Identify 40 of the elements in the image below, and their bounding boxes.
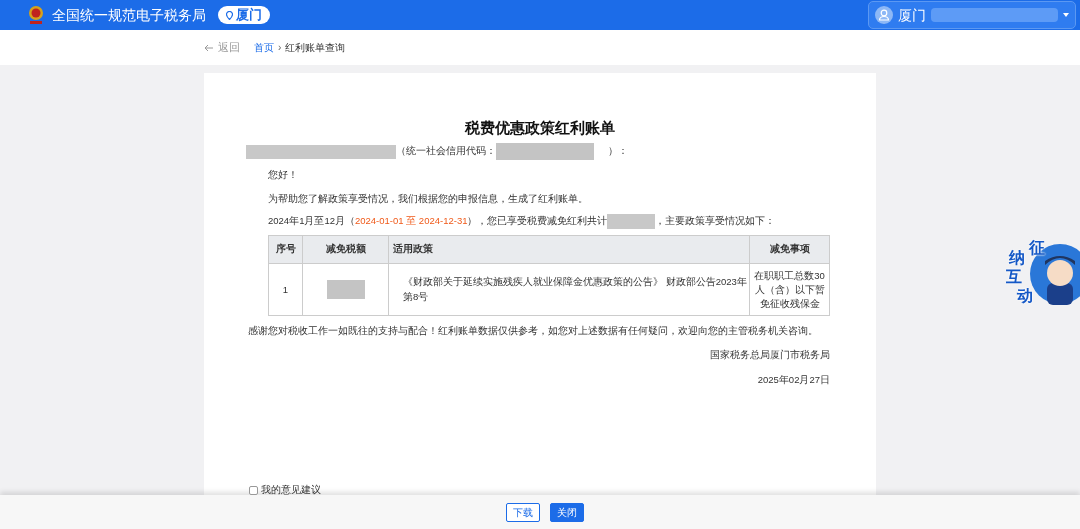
issuer-text: 国家税务总局厦门市税务局: [710, 348, 830, 363]
user-avatar-icon: [875, 6, 893, 24]
breadcrumb-separator: ›: [278, 41, 282, 55]
column-header: 减免税额: [302, 235, 389, 264]
back-arrow-icon: [204, 43, 214, 52]
back-button[interactable]: 返回: [204, 39, 240, 56]
thanks-text: 感谢您对税收工作一如既往的支持与配合！红利账单数据仅供参考，如您对上述数据有任何疑问，欢迎向您的主管税务机关咨询。: [248, 324, 819, 338]
redacted-block: [326, 280, 365, 299]
caret-icon: [1063, 13, 1069, 17]
credit-code-label: （统一社会信用代码：: [396, 144, 496, 159]
city-button[interactable]: 厦门: [218, 6, 270, 24]
close-button[interactable]: 关闭: [550, 502, 584, 522]
checkbox-label: 我的意见建议: [261, 483, 321, 497]
redacted-block: [607, 214, 656, 229]
table-cell: 在职职工总数30人（含）以下暂免征收残保金: [754, 269, 825, 309]
credit-code-end: ）：: [608, 144, 628, 159]
emblem-icon: [26, 4, 46, 26]
date-text: 2025年02月27日: [757, 372, 830, 387]
assistant-label: 动: [1017, 286, 1033, 306]
intro-text: 为帮助您了解政策享受情况，我们根据您的申报信息，生成了红利账单。: [268, 191, 589, 206]
breadcrumb-current: 红利账单查询: [285, 41, 346, 55]
column-header: 适用政策: [388, 235, 750, 264]
table-cell: 1: [282, 283, 289, 295]
breadcrumb-link[interactable]: 首页: [254, 40, 274, 55]
site-title: 全国统一规范电子税务局: [52, 5, 206, 25]
bill-title: 税费优惠政策红利账单: [463, 118, 616, 138]
summary-end-text: ，主要政策享受情况如下：: [655, 214, 776, 229]
assistant-widget[interactable]: 征 纳 互 动: [1003, 236, 1080, 306]
location-pin-icon: [226, 10, 233, 20]
assistant-label: 互: [1006, 267, 1022, 287]
greeting-text: 您好！: [268, 167, 299, 182]
feedback-checkbox[interactable]: [249, 485, 258, 495]
user-menu[interactable]: 厦门: [868, 1, 1076, 29]
summary-text: 2024年1月至12月（2024-01-01 至 2024-12-31），您已享受税费减免红利共计: [268, 214, 608, 229]
assistant-label: 纳: [1009, 248, 1025, 268]
column-header: 序号: [268, 235, 303, 264]
table-cell: 《财政部关于延续实施残疾人就业保障金优惠政策的公告》 财政部公告2023年第8号: [403, 276, 747, 302]
column-header: 减免事项: [749, 235, 830, 264]
download-button[interactable]: 下载: [506, 502, 540, 522]
assistant-label: 征: [1029, 238, 1045, 258]
